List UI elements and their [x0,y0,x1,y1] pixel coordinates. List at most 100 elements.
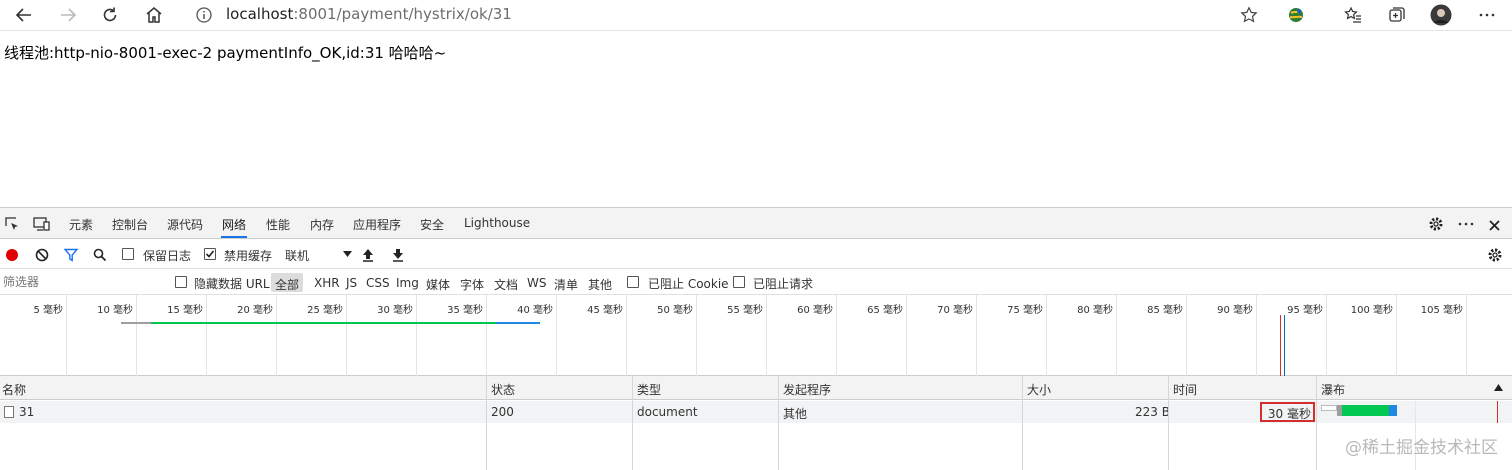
download-icon [393,249,403,262]
timeline-tick-label: 60 毫秒 [797,305,833,316]
timeline-gridline [206,295,207,376]
row-time: 30 毫秒 [1267,407,1311,421]
table-row[interactable]: 31 200 document 其他 223 B 30 毫秒 [0,401,1512,423]
avatar [1430,4,1452,26]
address-bar-url[interactable]: localhost:8001/payment/hystrix/ok/31 [226,5,512,23]
timeline-tick-label: 5 毫秒 [33,305,63,316]
row-initiator: 其他 [783,407,808,421]
requests-table-header: 名称 状态 类型 发起程序 大小 时间 瀑布 [0,376,1512,400]
timeline-tick-label: 25 毫秒 [307,305,343,316]
tab-lighthouse[interactable]: Lighthouse [464,216,530,230]
blocked-cookies-checkbox[interactable] [627,276,639,288]
hide-data-urls-label: 隐藏数据 URL [194,277,270,291]
column-type[interactable]: 类型 [637,381,661,398]
filter-type-img[interactable]: Img [396,276,419,290]
filter-type-all[interactable]: 全部 [275,276,299,293]
timeline-tick-label: 55 毫秒 [727,305,763,316]
tab-application[interactable]: 应用程序 [353,216,401,233]
devtools-close-button[interactable] [1488,217,1501,236]
row-status: 200 [491,405,514,419]
favorites-list-button[interactable] [1341,3,1365,27]
forward-arrow-icon [61,8,77,22]
filter-bar: 隐藏数据 URL 全部 XHR JS CSS Img 媒体 字体 文档 WS 清… [0,269,1512,295]
import-har-button[interactable] [362,247,374,266]
tab-memory[interactable]: 内存 [310,216,334,233]
blocked-requests-checkbox[interactable] [733,276,745,288]
timeline-gridline [416,295,417,376]
timeline-gridline [1466,295,1467,376]
record-button[interactable] [5,247,19,266]
devtools-more-button[interactable] [1457,216,1475,236]
home-icon [146,7,162,23]
row-name[interactable]: 31 [19,405,34,419]
tab-performance[interactable]: 性能 [266,216,290,233]
filter-type-media[interactable]: 媒体 [426,276,450,293]
search-icon [93,248,107,262]
column-divider [486,376,487,470]
refresh-button[interactable] [98,3,122,27]
collections-button[interactable] [1385,3,1409,27]
filter-input[interactable] [0,272,160,292]
column-initiator[interactable]: 发起程序 [783,381,831,398]
column-size[interactable]: 大小 [1027,381,1051,398]
gear-icon [1429,217,1443,231]
tab-network[interactable]: 网络 [222,216,246,233]
column-status[interactable]: 状态 [491,381,515,398]
dom-content-loaded-marker [1284,315,1285,376]
filter-toggle-button[interactable] [63,247,79,266]
tab-sources[interactable]: 源代码 [167,216,203,233]
extension-button[interactable] [1284,3,1308,27]
column-time[interactable]: 时间 [1173,381,1197,398]
filter-type-ws[interactable]: WS [527,276,546,290]
timeline-gridline [836,295,837,376]
timeline-tick-label: 10 毫秒 [97,305,133,316]
column-waterfall[interactable]: 瀑布 [1321,381,1345,398]
back-button[interactable] [12,3,36,27]
filter-type-css[interactable]: CSS [366,276,390,290]
network-overview[interactable]: 5 毫秒 10 毫秒 15 毫秒 20 毫秒 25 毫秒 30 毫秒 35 毫秒 40 毫秒 4… [0,295,1512,376]
filter-type-other[interactable]: 其他 [588,276,612,293]
column-name[interactable]: 名称 [2,381,26,398]
inspect-cursor-icon [5,217,18,230]
timeline-gridline [66,295,67,376]
export-har-button[interactable] [392,247,404,266]
preserve-log-checkbox[interactable] [122,248,134,260]
blocked-cookies-label: 已阻止 Cookie [648,277,729,291]
sort-ascending-icon[interactable] [1494,384,1503,391]
inspect-element-button[interactable] [4,216,20,236]
profile-button[interactable] [1429,3,1453,27]
device-toolbar-button[interactable] [33,216,51,236]
tab-elements[interactable]: 元素 [69,216,93,233]
forward-button[interactable] [56,3,80,27]
hide-data-urls-checkbox[interactable] [175,276,187,288]
filter-type-font[interactable]: 字体 [460,276,484,293]
timeline-gridline [1256,295,1257,376]
tab-console[interactable]: 控制台 [112,216,148,233]
disable-cache-checkbox[interactable] [204,248,216,260]
throttling-select[interactable]: 联机 [284,245,354,263]
home-button[interactable] [142,3,166,27]
tab-security[interactable]: 安全 [420,216,444,233]
refresh-icon [103,7,117,22]
timeline-tick-label: 45 毫秒 [587,305,623,316]
timeline-gridline [1116,295,1117,376]
filter-type-manifest[interactable]: 清单 [554,276,578,293]
waterfall-queue-segment [1321,405,1337,411]
network-settings-button[interactable] [1487,247,1503,267]
settings-more-button[interactable] [1475,3,1499,27]
column-divider [1022,376,1023,470]
search-button[interactable] [93,247,107,266]
waterfall-download-segment [1389,405,1397,416]
filter-type-doc[interactable]: 文档 [494,276,518,293]
timeline-gridline [906,295,907,376]
device-emulation-icon [33,217,50,231]
favorite-button[interactable] [1237,3,1261,27]
timeline-gridline [486,295,487,376]
timeline-gridline [1186,295,1187,376]
filter-type-xhr[interactable]: XHR [314,276,340,290]
clear-button[interactable] [35,247,49,266]
filter-type-js[interactable]: JS [346,276,357,290]
devtools-settings-button[interactable] [1428,216,1444,236]
page-content-text: 线程池:http-nio-8001-exec-2 paymentInfo_OK,… [4,44,447,62]
site-info-button[interactable] [192,3,216,27]
